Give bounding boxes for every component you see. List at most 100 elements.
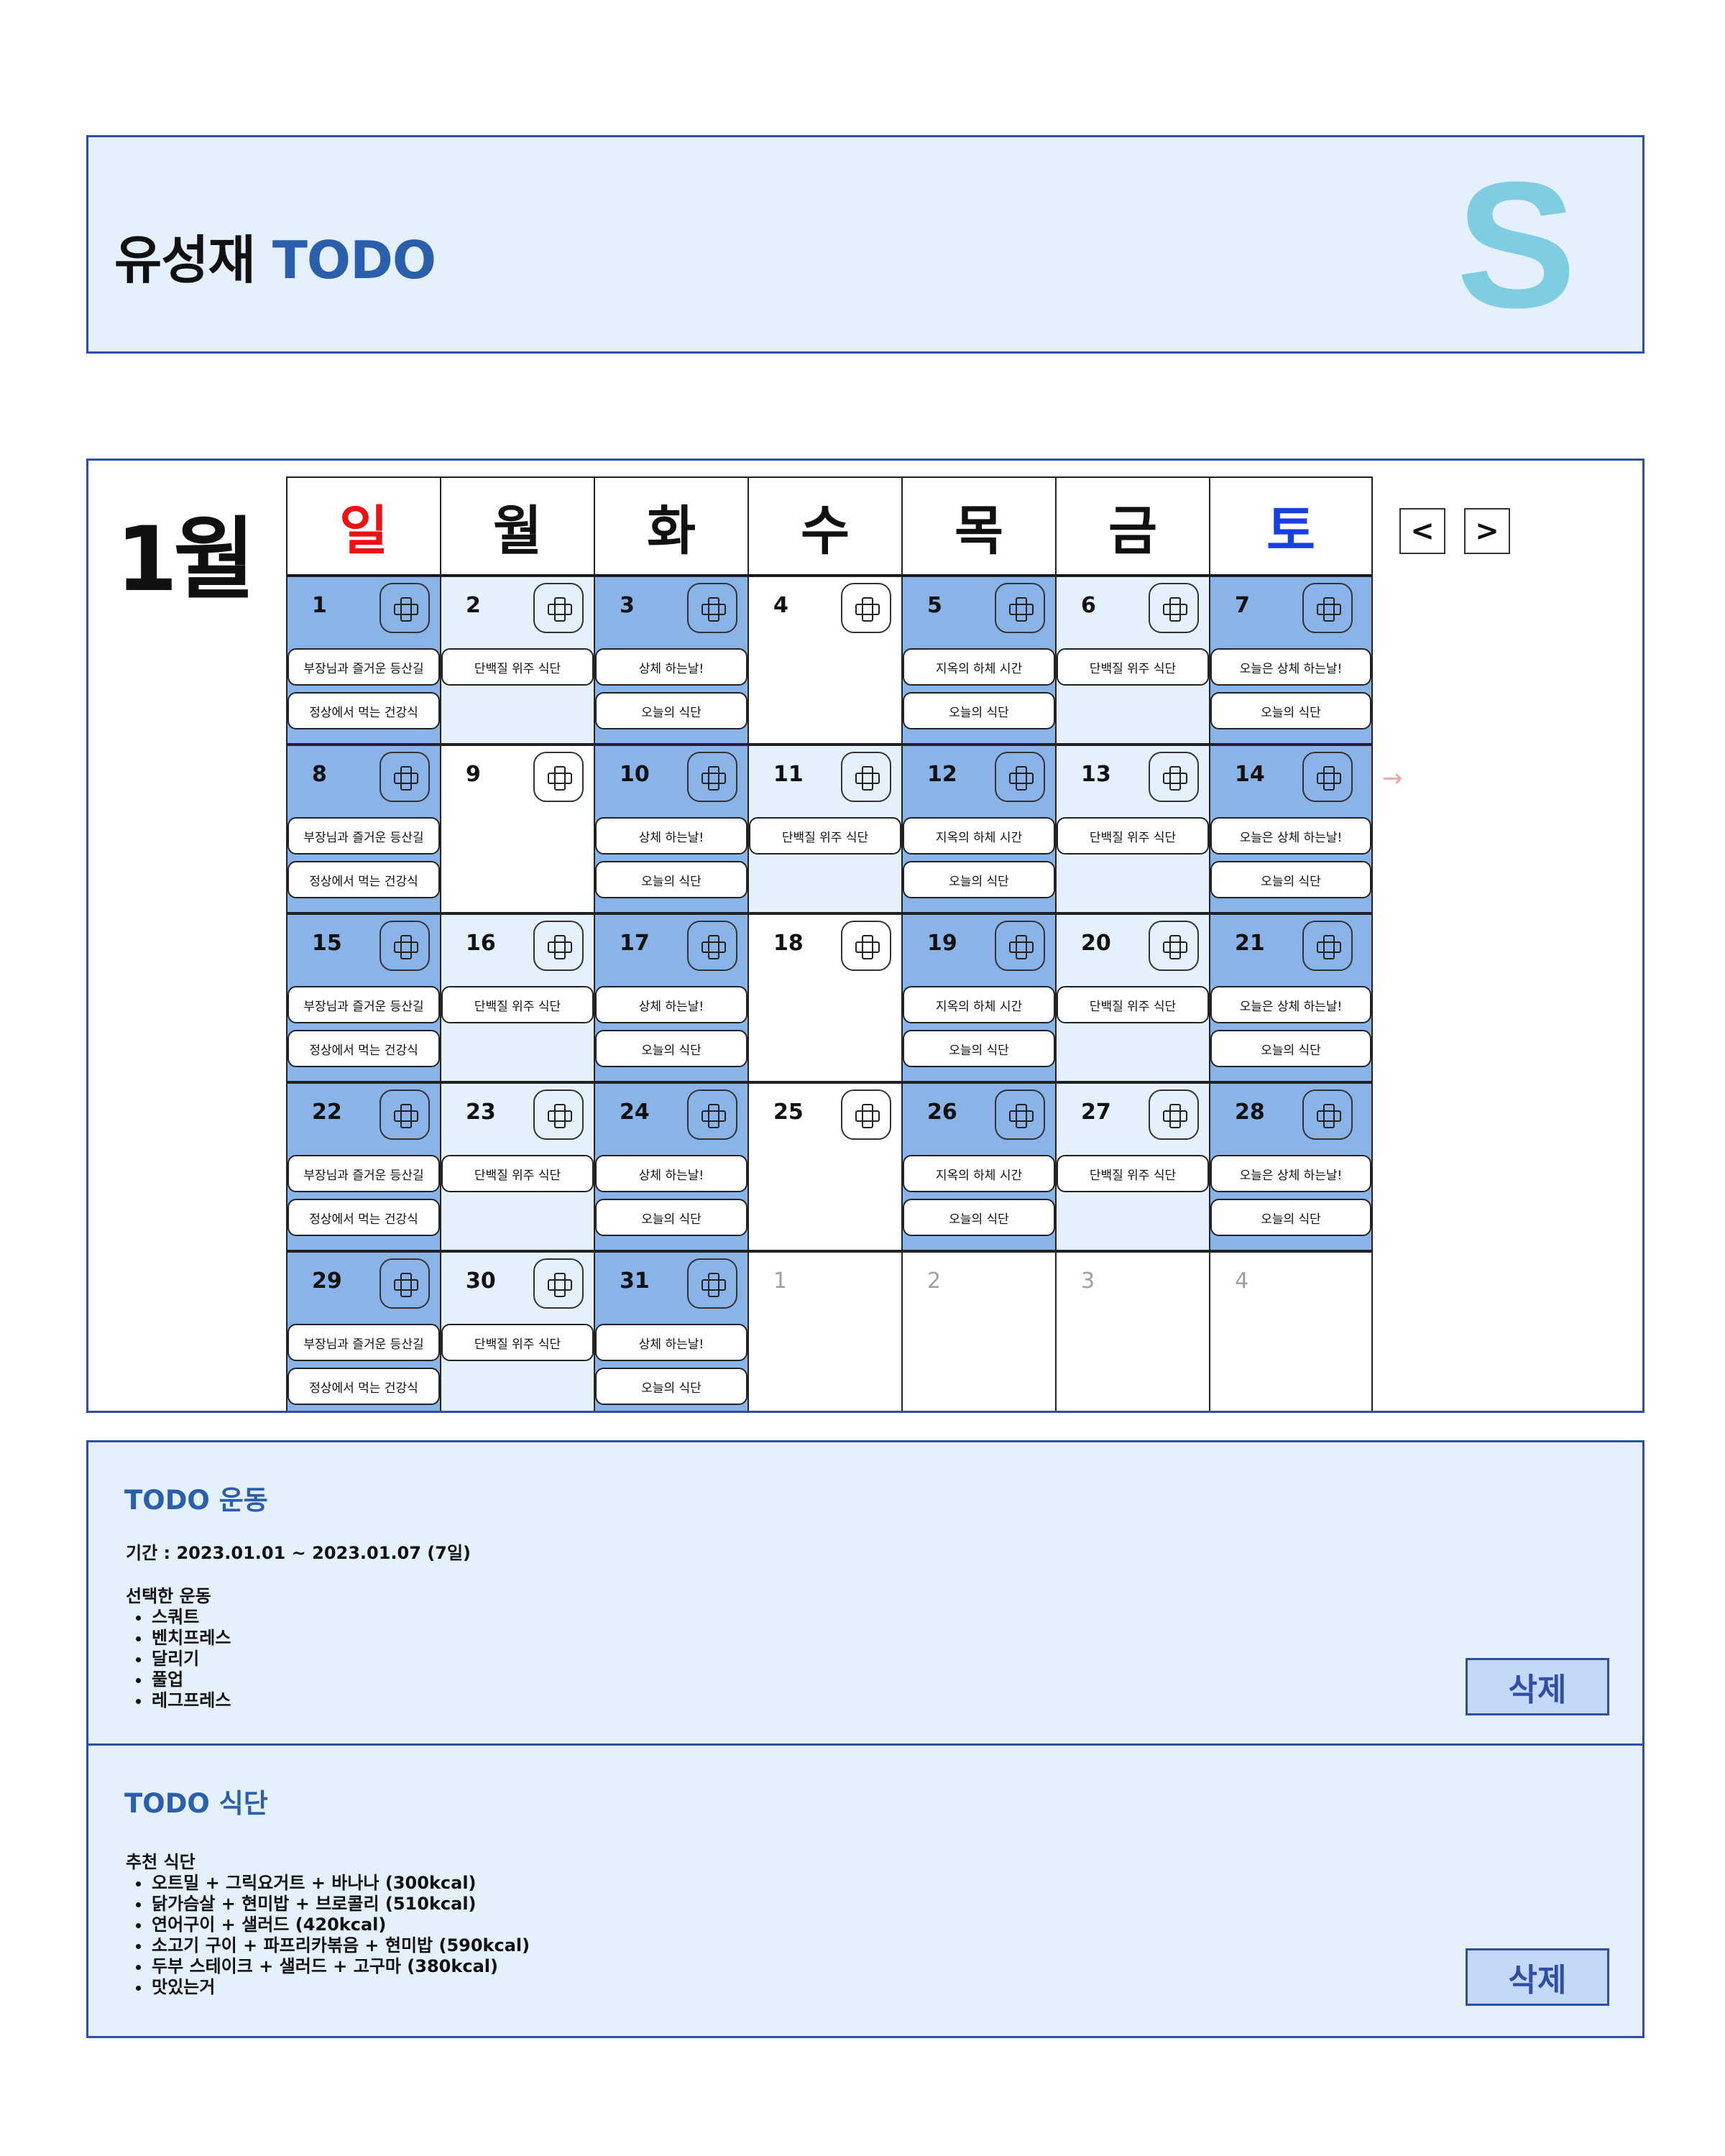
add-todo-button[interactable] — [995, 583, 1045, 633]
add-todo-button[interactable] — [995, 1089, 1045, 1140]
todo-chip[interactable]: 오늘의 식단 — [1210, 1199, 1371, 1236]
add-todo-button[interactable] — [1149, 921, 1199, 971]
add-todo-button[interactable] — [1302, 583, 1353, 633]
add-todo-button[interactable] — [687, 583, 737, 633]
day-cell[interactable]: 26 지옥의 하체 시간 오늘의 식단 — [901, 1082, 1057, 1251]
add-todo-button[interactable] — [1302, 752, 1353, 802]
add-todo-button[interactable] — [1149, 1089, 1199, 1140]
todo-chip[interactable]: 정상에서 먹는 건강식 — [288, 1368, 440, 1405]
day-cell[interactable]: 8 부장님과 즐거운 등산길 정상에서 먹는 건강식 — [286, 745, 441, 913]
todo-chip[interactable]: 상체 하는날! — [595, 1324, 748, 1361]
day-cell[interactable]: 12 지옥의 하체 시간 오늘의 식단 — [901, 745, 1057, 913]
delete-exercise-button[interactable]: 삭제 — [1466, 1658, 1609, 1715]
day-cell[interactable]: 14 오늘은 상체 하는날! 오늘의 식단 — [1209, 745, 1373, 913]
todo-chip[interactable]: 오늘의 식단 — [903, 861, 1055, 898]
day-cell[interactable]: 30 단백질 위주 식단 — [440, 1251, 595, 1411]
day-cell[interactable]: 1 — [748, 1251, 903, 1411]
todo-chip[interactable]: 단백질 위주 식단 — [441, 648, 594, 686]
todo-chip[interactable]: 오늘의 식단 — [595, 692, 748, 729]
todo-chip[interactable]: 단백질 위주 식단 — [1057, 1155, 1209, 1192]
day-cell[interactable]: 9 — [440, 745, 595, 913]
todo-chip[interactable]: 부장님과 즐거운 등산길 — [288, 817, 440, 854]
add-todo-button[interactable] — [1302, 921, 1353, 971]
delete-meal-button[interactable]: 삭제 — [1466, 1948, 1609, 2006]
todo-chip[interactable]: 단백질 위주 식단 — [1057, 817, 1209, 854]
day-cell[interactable]: 27 단백질 위주 식단 — [1055, 1082, 1210, 1251]
day-cell[interactable]: 17 상체 하는날! 오늘의 식단 — [594, 913, 749, 1082]
add-todo-button[interactable] — [380, 1089, 430, 1140]
todo-chip[interactable]: 오늘은 상체 하는날! — [1210, 648, 1371, 686]
day-cell[interactable]: 15 부장님과 즐거운 등산길 정상에서 먹는 건강식 — [286, 913, 441, 1082]
todo-chip[interactable]: 오늘의 식단 — [903, 692, 1055, 729]
prev-month-button[interactable]: < — [1399, 508, 1445, 554]
todo-chip[interactable]: 부장님과 즐거운 등산길 — [288, 648, 440, 686]
todo-chip[interactable]: 정상에서 먹는 건강식 — [288, 1199, 440, 1236]
day-cell[interactable]: 6 단백질 위주 식단 — [1055, 576, 1210, 745]
todo-chip[interactable]: 오늘은 상체 하는날! — [1210, 817, 1371, 854]
day-cell[interactable]: 3 상체 하는날! 오늘의 식단 — [594, 576, 749, 745]
day-cell[interactable]: 23 단백질 위주 식단 — [440, 1082, 595, 1251]
add-todo-button[interactable] — [533, 1258, 584, 1309]
todo-chip[interactable]: 정상에서 먹는 건강식 — [288, 1030, 440, 1067]
add-todo-button[interactable] — [380, 921, 430, 971]
day-cell[interactable]: 10 상체 하는날! 오늘의 식단 — [594, 745, 749, 913]
todo-chip[interactable]: 오늘의 식단 — [595, 1030, 748, 1067]
todo-chip[interactable]: 상체 하는날! — [595, 648, 748, 686]
add-todo-button[interactable] — [841, 752, 891, 802]
todo-chip[interactable]: 단백질 위주 식단 — [441, 1324, 594, 1361]
day-cell[interactable]: 5 지옥의 하체 시간 오늘의 식단 — [901, 576, 1057, 745]
todo-chip[interactable]: 단백질 위주 식단 — [441, 986, 594, 1023]
day-cell[interactable]: 29 부장님과 즐거운 등산길 정상에서 먹는 건강식 — [286, 1251, 441, 1411]
todo-chip[interactable]: 오늘의 식단 — [1210, 1030, 1371, 1067]
day-cell[interactable]: 21 오늘은 상체 하는날! 오늘의 식단 — [1209, 913, 1373, 1082]
todo-chip[interactable]: 지옥의 하체 시간 — [903, 817, 1055, 854]
add-todo-button[interactable] — [533, 921, 584, 971]
add-todo-button[interactable] — [841, 1089, 891, 1140]
add-todo-button[interactable] — [995, 752, 1045, 802]
add-todo-button[interactable] — [841, 921, 891, 971]
day-cell[interactable]: 1 부장님과 즐거운 등산길 정상에서 먹는 건강식 — [286, 576, 441, 745]
day-cell[interactable]: 22 부장님과 즐거운 등산길 정상에서 먹는 건강식 — [286, 1082, 441, 1251]
todo-chip[interactable]: 부장님과 즐거운 등산길 — [288, 1155, 440, 1192]
add-todo-button[interactable] — [533, 752, 584, 802]
todo-chip[interactable]: 단백질 위주 식단 — [1057, 648, 1209, 686]
todo-chip[interactable]: 오늘의 식단 — [903, 1199, 1055, 1236]
add-todo-button[interactable] — [380, 583, 430, 633]
todo-chip[interactable]: 상체 하는날! — [595, 817, 748, 854]
day-cell[interactable]: 18 — [748, 913, 903, 1082]
day-cell[interactable]: 13 단백질 위주 식단 — [1055, 745, 1210, 913]
todo-chip[interactable]: 부장님과 즐거운 등산길 — [288, 1324, 440, 1361]
add-todo-button[interactable] — [687, 1089, 737, 1140]
todo-chip[interactable]: 오늘의 식단 — [595, 861, 748, 898]
next-month-button[interactable]: > — [1464, 508, 1510, 554]
todo-chip[interactable]: 정상에서 먹는 건강식 — [288, 692, 440, 729]
todo-chip[interactable]: 상체 하는날! — [595, 986, 748, 1023]
todo-chip[interactable]: 단백질 위주 식단 — [749, 817, 901, 854]
todo-chip[interactable]: 지옥의 하체 시간 — [903, 648, 1055, 686]
day-cell[interactable]: 19 지옥의 하체 시간 오늘의 식단 — [901, 913, 1057, 1082]
day-cell[interactable]: 2 단백질 위주 식단 — [440, 576, 595, 745]
day-cell[interactable]: 2 — [901, 1251, 1057, 1411]
add-todo-button[interactable] — [995, 921, 1045, 971]
todo-chip[interactable]: 단백질 위주 식단 — [441, 1155, 594, 1192]
add-todo-button[interactable] — [1149, 752, 1199, 802]
add-todo-button[interactable] — [380, 1258, 430, 1309]
add-todo-button[interactable] — [533, 1089, 584, 1140]
add-todo-button[interactable] — [841, 583, 891, 633]
add-todo-button[interactable] — [1149, 583, 1199, 633]
day-cell[interactable]: 4 — [748, 576, 903, 745]
add-todo-button[interactable] — [380, 752, 430, 802]
day-cell[interactable]: 31 상체 하는날! 오늘의 식단 — [594, 1251, 749, 1411]
day-cell[interactable]: 7 오늘은 상체 하는날! 오늘의 식단 — [1209, 576, 1373, 745]
add-todo-button[interactable] — [687, 1258, 737, 1309]
add-todo-button[interactable] — [687, 752, 737, 802]
add-todo-button[interactable] — [687, 921, 737, 971]
day-cell[interactable]: 16 단백질 위주 식단 — [440, 913, 595, 1082]
todo-chip[interactable]: 상체 하는날! — [595, 1155, 748, 1192]
todo-chip[interactable]: 오늘의 식단 — [1210, 692, 1371, 729]
todo-chip[interactable]: 지옥의 하체 시간 — [903, 1155, 1055, 1192]
todo-chip[interactable]: 지옥의 하체 시간 — [903, 986, 1055, 1023]
add-todo-button[interactable] — [1302, 1089, 1353, 1140]
todo-chip[interactable]: 단백질 위주 식단 — [1057, 986, 1209, 1023]
day-cell[interactable]: 11 단백질 위주 식단 — [748, 745, 903, 913]
